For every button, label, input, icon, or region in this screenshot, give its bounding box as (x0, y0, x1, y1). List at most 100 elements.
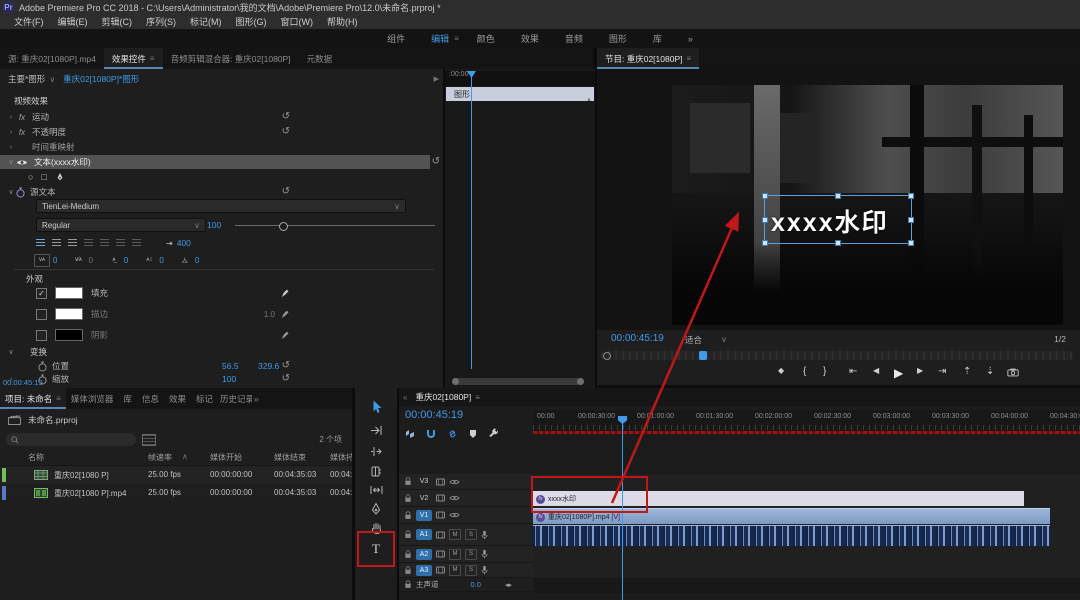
fx-mini-graphic-clip[interactable]: 图形 (446, 87, 594, 101)
leading-value[interactable]: 0 (159, 256, 163, 265)
panel-menu-icon[interactable]: ≡ (686, 54, 691, 63)
scroll-up-icon[interactable]: ▲ (586, 97, 592, 103)
source-text-row[interactable]: ∨ 源文本 ↺ (0, 185, 443, 199)
pen-tool-mini-icon[interactable] (55, 172, 65, 182)
font-style-dropdown[interactable]: Regular ∨ (36, 218, 206, 232)
project-search-input[interactable] (6, 433, 136, 446)
reset-text-icon[interactable]: ↺ (432, 157, 440, 167)
zoom-level-dropdown[interactable]: 适合 (685, 334, 702, 346)
mute-button[interactable]: M (449, 565, 461, 576)
track-lane-a3[interactable] (533, 563, 1080, 579)
track-output-eye-icon[interactable] (449, 512, 460, 518)
tab-libraries[interactable]: 库 (118, 388, 137, 409)
go-to-out-button[interactable]: ⇥ (938, 366, 946, 377)
track-sync-lock-icon[interactable] (436, 478, 445, 486)
eye-icon[interactable] (16, 159, 30, 166)
mark-out-button[interactable]: } (823, 366, 826, 377)
justify-all-icon[interactable] (132, 239, 141, 247)
track-target-a2[interactable]: A2 (416, 549, 432, 560)
project-tabs-overflow-icon[interactable]: » (252, 388, 261, 409)
fill-color-swatch[interactable] (55, 287, 83, 299)
col-media-start[interactable]: 媒体开始 (210, 452, 242, 463)
chevron-right-icon[interactable]: ▶ (434, 75, 439, 83)
lock-icon[interactable] (404, 494, 412, 503)
stopwatch-icon[interactable] (38, 361, 47, 372)
lock-icon[interactable] (404, 530, 412, 539)
lock-icon[interactable] (404, 511, 412, 520)
track-output-eye-icon[interactable] (449, 495, 460, 501)
fx-mini-ruler[interactable]: :00:00 (445, 71, 595, 86)
tab-info[interactable]: 信息 (137, 388, 164, 409)
effect-time-remap-row[interactable]: › 时间重映射 (0, 140, 443, 154)
effect-text-layer-row[interactable]: ∨ 文本(xxxx水印) (0, 155, 430, 169)
breadcrumb-dropdown-icon[interactable]: ∨ (49, 75, 55, 84)
graphic-clip-watermark[interactable]: fx xxxx水印 (533, 491, 1024, 506)
tab-markers[interactable]: 标记 (191, 388, 218, 409)
lock-icon[interactable] (404, 477, 412, 486)
go-to-in-button[interactable]: ⇤ (849, 366, 857, 377)
fill-eyedropper-icon[interactable] (281, 288, 291, 298)
workspace-tab-graphics[interactable]: 图形 (609, 32, 627, 45)
lift-button[interactable]: ⇡ (963, 366, 971, 377)
mute-button[interactable]: M (449, 529, 461, 540)
panel-menu-icon[interactable]: ≡ (150, 54, 155, 63)
pen-tool[interactable] (355, 500, 397, 518)
add-marker-button[interactable]: ◆ (778, 366, 784, 375)
fx-panel-timecode[interactable]: 00:00:45:19 (3, 378, 43, 387)
track-target-v3[interactable]: V3 (416, 476, 432, 487)
fx-zoom-scrollbar[interactable] (452, 378, 584, 385)
menu-file[interactable]: 文件(F) (14, 15, 44, 28)
align-center-icon[interactable] (52, 239, 61, 247)
fx-zoom-handle-right[interactable] (577, 378, 584, 385)
baseline-shift-value[interactable]: 0 (124, 256, 128, 265)
stroke-checkbox[interactable] (36, 309, 47, 320)
text-selection-box[interactable]: xxxx水印 (764, 195, 912, 244)
workspace-overflow-icon[interactable]: » (688, 34, 693, 44)
track-target-v1[interactable]: V1 (416, 510, 432, 521)
timeline-ruler[interactable]: 00:00 00:00:30:00 00:01:00:00 00:01:30:0… (533, 410, 1080, 434)
reset-motion-icon[interactable]: ↺ (282, 112, 290, 122)
breadcrumb-master[interactable]: 主要*图形 (8, 73, 45, 85)
track-header-a3[interactable]: A3 M S (399, 563, 533, 578)
stroke-eyedropper-icon[interactable] (281, 309, 291, 319)
tab-audio-clip-mixer[interactable]: 音频剪辑混合器: 重庆02[1080P] (163, 48, 299, 69)
label-color-chip[interactable] (2, 486, 6, 500)
track-target-a1[interactable]: A1 (416, 529, 432, 540)
align-left-icon[interactable] (36, 239, 45, 247)
tab-effect-controls[interactable]: 效果控件 ≡ (104, 48, 163, 69)
program-timecode[interactable]: 00:00:45:19 (611, 333, 664, 344)
add-marker-icon[interactable] (469, 429, 477, 439)
menu-graphics[interactable]: 图形(G) (236, 15, 267, 28)
fx-mini-playhead[interactable] (471, 73, 472, 369)
mic-icon[interactable] (481, 549, 488, 559)
lock-icon[interactable] (404, 580, 412, 589)
play-button[interactable]: ▶ (894, 366, 903, 380)
rect-tool-icon[interactable]: □ (41, 172, 46, 182)
mic-icon[interactable] (481, 565, 488, 575)
mark-in-button[interactable]: { (803, 366, 806, 377)
program-viewer[interactable]: xxxx水印 (597, 69, 1080, 330)
scale-value[interactable]: 100 (222, 374, 236, 384)
export-frame-button[interactable] (1007, 368, 1019, 377)
tab-program-monitor[interactable]: 节目: 重庆02[1080P] ≡ (597, 48, 699, 69)
track-output-eye-icon[interactable] (449, 479, 460, 485)
track-lane-v2[interactable]: fx xxxx水印 (533, 490, 1080, 508)
tracking-value[interactable]: 400 (177, 238, 191, 248)
program-playhead[interactable] (699, 351, 707, 360)
workspace-tab-audio[interactable]: 音频 (565, 32, 583, 45)
lock-icon[interactable] (404, 566, 412, 575)
tab-history[interactable]: 历史记录 (218, 388, 252, 409)
reset-opacity-icon[interactable]: ↺ (282, 127, 290, 137)
track-target-a3[interactable]: A3 (416, 565, 432, 576)
solo-button[interactable]: S (465, 529, 477, 540)
ripple-edit-tool[interactable] (355, 442, 397, 460)
stopwatch-icon[interactable] (16, 187, 25, 198)
track-sync-lock-icon[interactable] (436, 494, 445, 502)
timeline-settings-wrench-icon[interactable] (488, 428, 499, 439)
panel-menu-icon[interactable]: ≡ (475, 393, 480, 402)
shadow-eyedropper-icon[interactable] (281, 330, 291, 340)
zoom-dropdown-icon[interactable]: ∨ (721, 335, 727, 344)
workspace-menu-icon[interactable]: ≡ (454, 34, 459, 43)
fx-zoom-handle-left[interactable] (452, 378, 459, 385)
razor-tool[interactable] (355, 462, 397, 480)
